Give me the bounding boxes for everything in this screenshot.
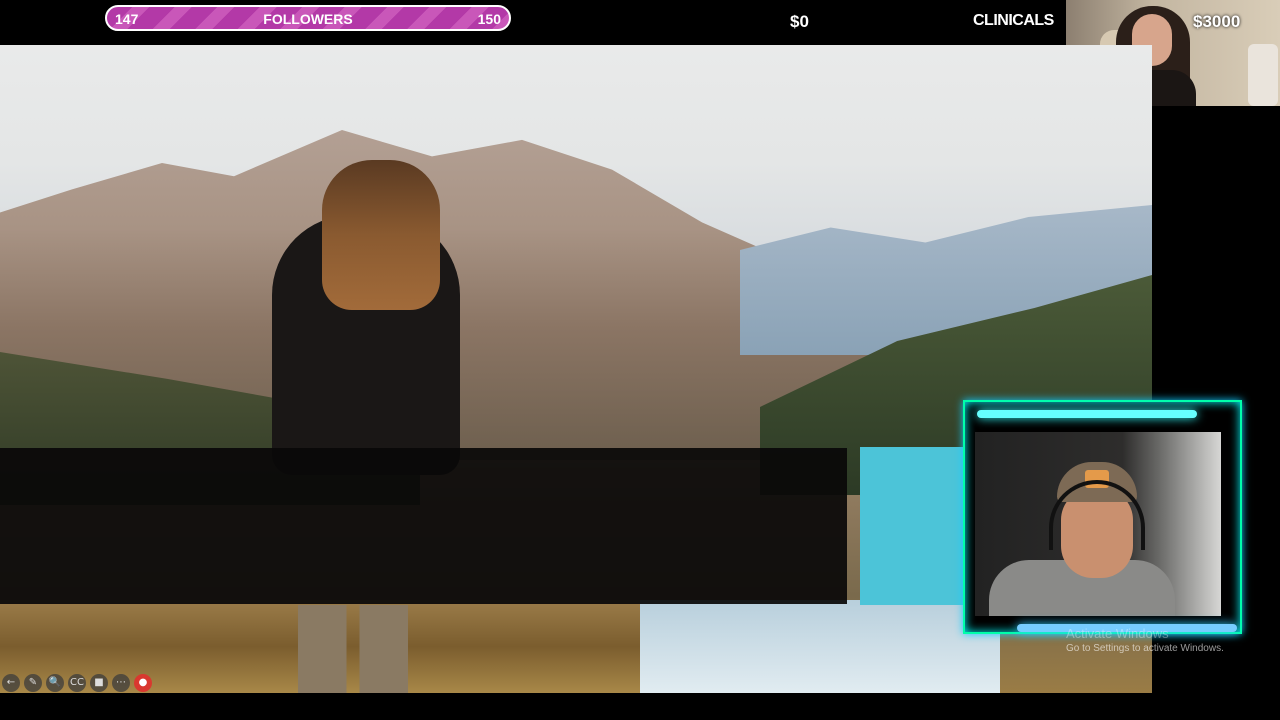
windows-activate-title: Activate Windows (1066, 626, 1169, 641)
windows-activate-subtitle: Go to Settings to activate Windows. (1066, 643, 1224, 654)
cc-icon[interactable]: CC (68, 674, 86, 692)
followers-label: FOLLOWERS (263, 11, 353, 27)
slide-controls: ← ✎ 🔍 CC ■ ⋯ ● (0, 674, 152, 692)
more-icon[interactable]: ⋯ (112, 674, 130, 692)
neon-bar-top (977, 410, 1197, 418)
slide-text-band (0, 448, 847, 604)
followers-goal: 150 (477, 11, 501, 27)
video-icon[interactable]: ■ (90, 674, 108, 692)
bottom-bar (0, 693, 1280, 720)
back-icon[interactable]: ← (2, 674, 20, 692)
clinicals-label: CLINICALS (973, 12, 1054, 29)
record-icon[interactable]: ● (134, 674, 152, 692)
accent-block (860, 447, 964, 605)
followers-progress-bar: 147 FOLLOWERS 150 (105, 5, 511, 31)
clinicals-goal: $3000 (1193, 12, 1241, 31)
pen-icon[interactable]: ✎ (24, 674, 42, 692)
webcam-feed-guest (963, 400, 1242, 634)
zoom-icon[interactable]: 🔍 (46, 674, 64, 692)
money-counter: $0 (790, 12, 809, 31)
